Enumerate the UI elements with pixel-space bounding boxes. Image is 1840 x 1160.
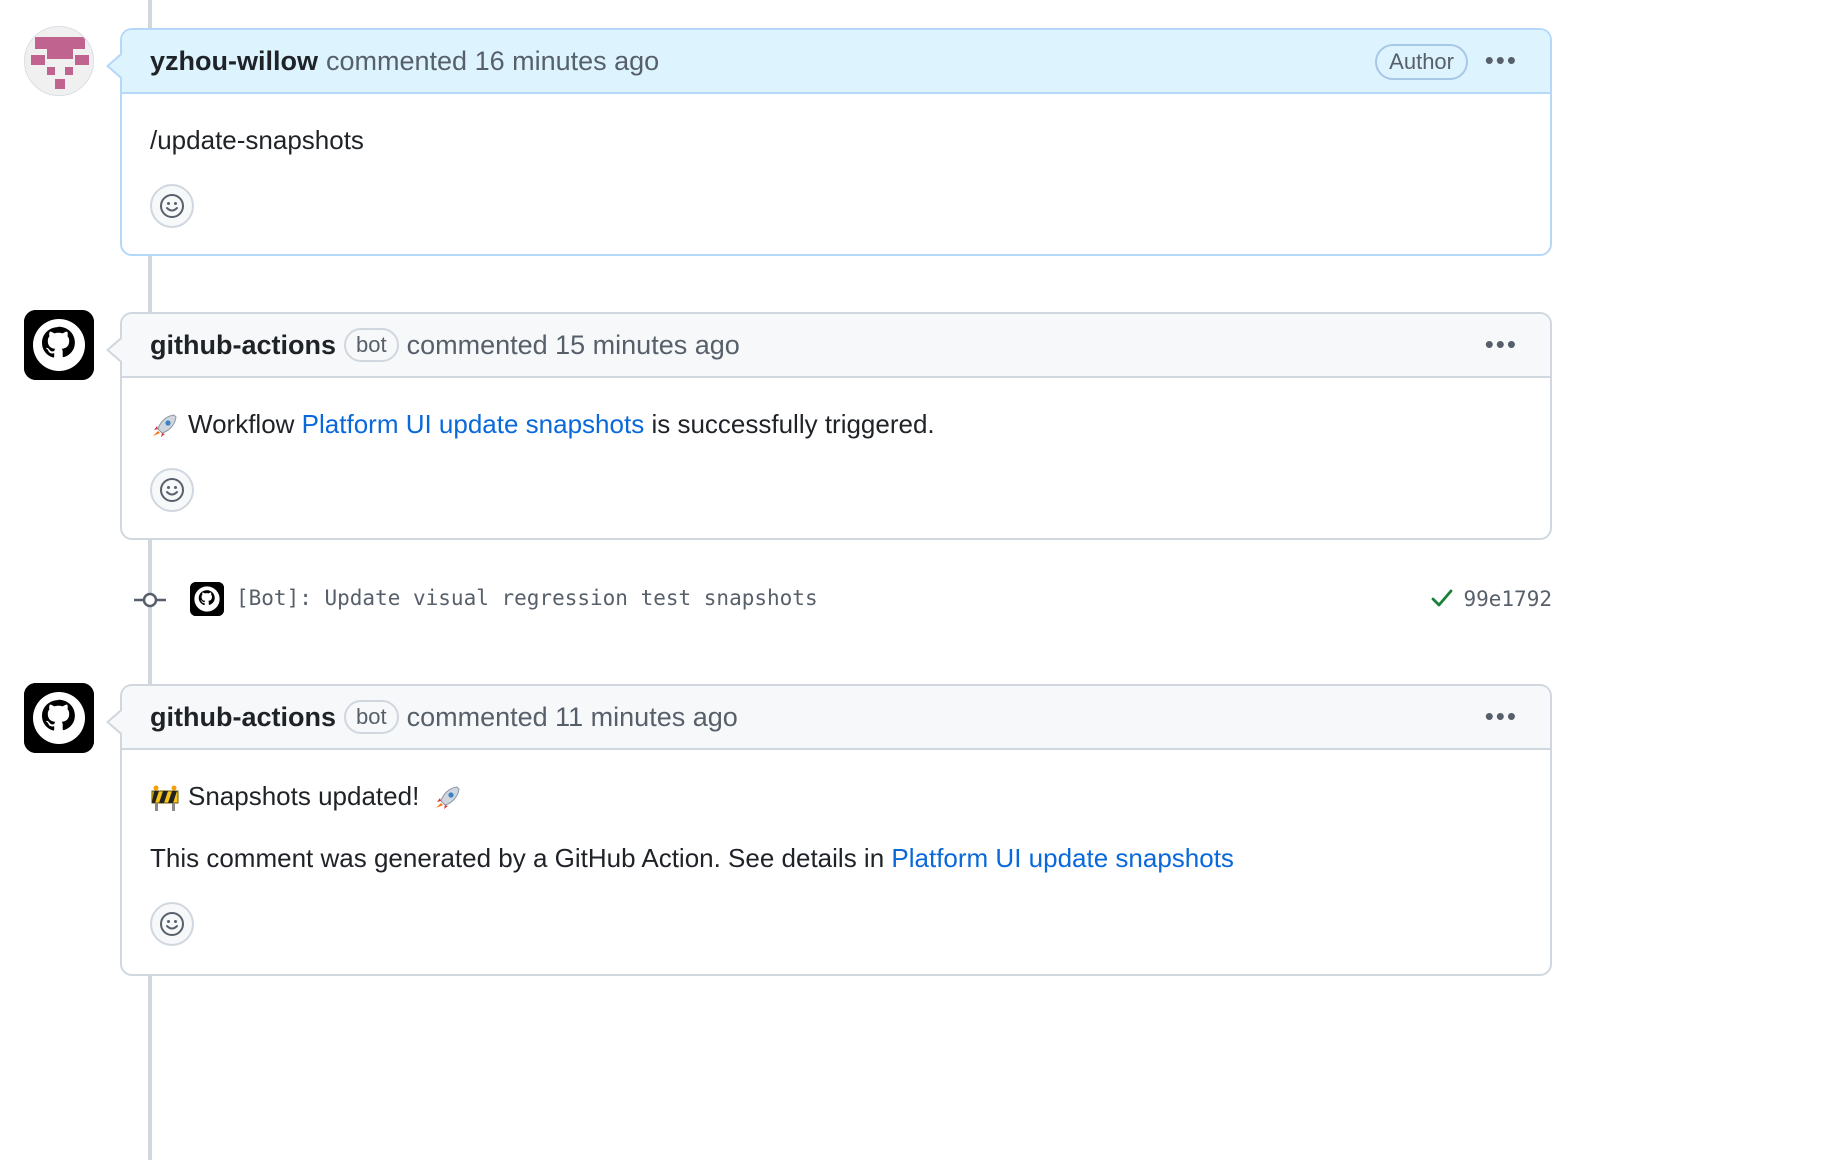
smiley-icon: [160, 194, 184, 218]
github-octocat-icon: [24, 683, 94, 753]
identicon-avatar: [25, 27, 93, 95]
smiley-icon: [160, 912, 184, 936]
comment-caret: [106, 336, 123, 364]
author-badge: Author: [1375, 44, 1468, 80]
rocket-icon: [153, 414, 177, 439]
comment-body: Workflow Platform UI update snapshots is…: [122, 378, 1550, 538]
comment-2: github-actions bot commented 15 minutes …: [106, 312, 1552, 540]
comment-author[interactable]: github-actions: [150, 330, 336, 361]
comment-body: Snapshots updated! This comment was gene…: [122, 750, 1550, 972]
workflow-link[interactable]: Platform UI update snapshots: [302, 409, 645, 439]
construction-icon: [151, 785, 179, 812]
kebab-icon[interactable]: •••: [1485, 329, 1518, 359]
kebab-icon[interactable]: •••: [1485, 701, 1518, 731]
comment-text-line2: This comment was generated by a GitHub A…: [150, 843, 885, 873]
comment-1: yzhou-willow commented 16 minutes ago Au…: [106, 28, 1552, 256]
comment-author[interactable]: yzhou-willow: [150, 46, 318, 77]
comment-3: github-actions bot commented 11 minutes …: [106, 684, 1552, 976]
commit-row: [Bot]: Update visual regression test sna…: [132, 578, 1552, 622]
commit-author-avatar[interactable]: [190, 582, 224, 616]
avatar-yzhou-willow[interactable]: [24, 26, 94, 96]
smiley-icon: [160, 478, 184, 502]
github-octocat-icon: [190, 582, 224, 616]
comment-text: Snapshots updated!: [150, 778, 1522, 814]
comment-text: This comment was generated by a GitHub A…: [150, 840, 1522, 876]
check-icon[interactable]: [1430, 586, 1454, 610]
rocket-icon: [435, 786, 460, 810]
comment-text-suffix: is successfully triggered.: [651, 409, 935, 439]
comment-text-prefix: Workflow: [188, 409, 295, 439]
comment-body: /update-snapshots: [122, 94, 1550, 254]
workflow-link[interactable]: Platform UI update snapshots: [891, 843, 1234, 873]
comment-author[interactable]: github-actions: [150, 702, 336, 733]
commit-message-link[interactable]: [Bot]: Update visual regression test sna…: [236, 586, 818, 610]
comment-meta[interactable]: commented 11 minutes ago: [407, 702, 738, 733]
add-reaction-button[interactable]: [150, 184, 194, 228]
comment-header: yzhou-willow commented 16 minutes ago Au…: [122, 30, 1550, 94]
avatar-github-actions[interactable]: [24, 310, 94, 380]
comment-header: github-actions bot commented 11 minutes …: [122, 686, 1550, 750]
comment-meta[interactable]: commented 15 minutes ago: [407, 330, 740, 361]
comment-text-line1: Snapshots updated!: [188, 781, 420, 811]
add-reaction-button[interactable]: [150, 902, 194, 946]
comment-meta[interactable]: commented 16 minutes ago: [326, 46, 659, 77]
github-octocat-icon: [24, 310, 94, 380]
comment-header: github-actions bot commented 15 minutes …: [122, 314, 1550, 378]
bot-badge: bot: [343, 328, 399, 362]
comment-text: /update-snapshots: [150, 125, 364, 155]
avatar-github-actions[interactable]: [24, 683, 94, 753]
bot-badge: bot: [343, 700, 399, 734]
kebab-icon[interactable]: •••: [1485, 45, 1518, 75]
comment-caret: [106, 52, 123, 80]
commit-sha-link[interactable]: 99e1792: [1463, 587, 1552, 611]
comment-caret: [106, 708, 123, 736]
commit-node-icon: [134, 592, 166, 608]
comment-text: Workflow Platform UI update snapshots is…: [150, 406, 1522, 442]
add-reaction-button[interactable]: [150, 468, 194, 512]
